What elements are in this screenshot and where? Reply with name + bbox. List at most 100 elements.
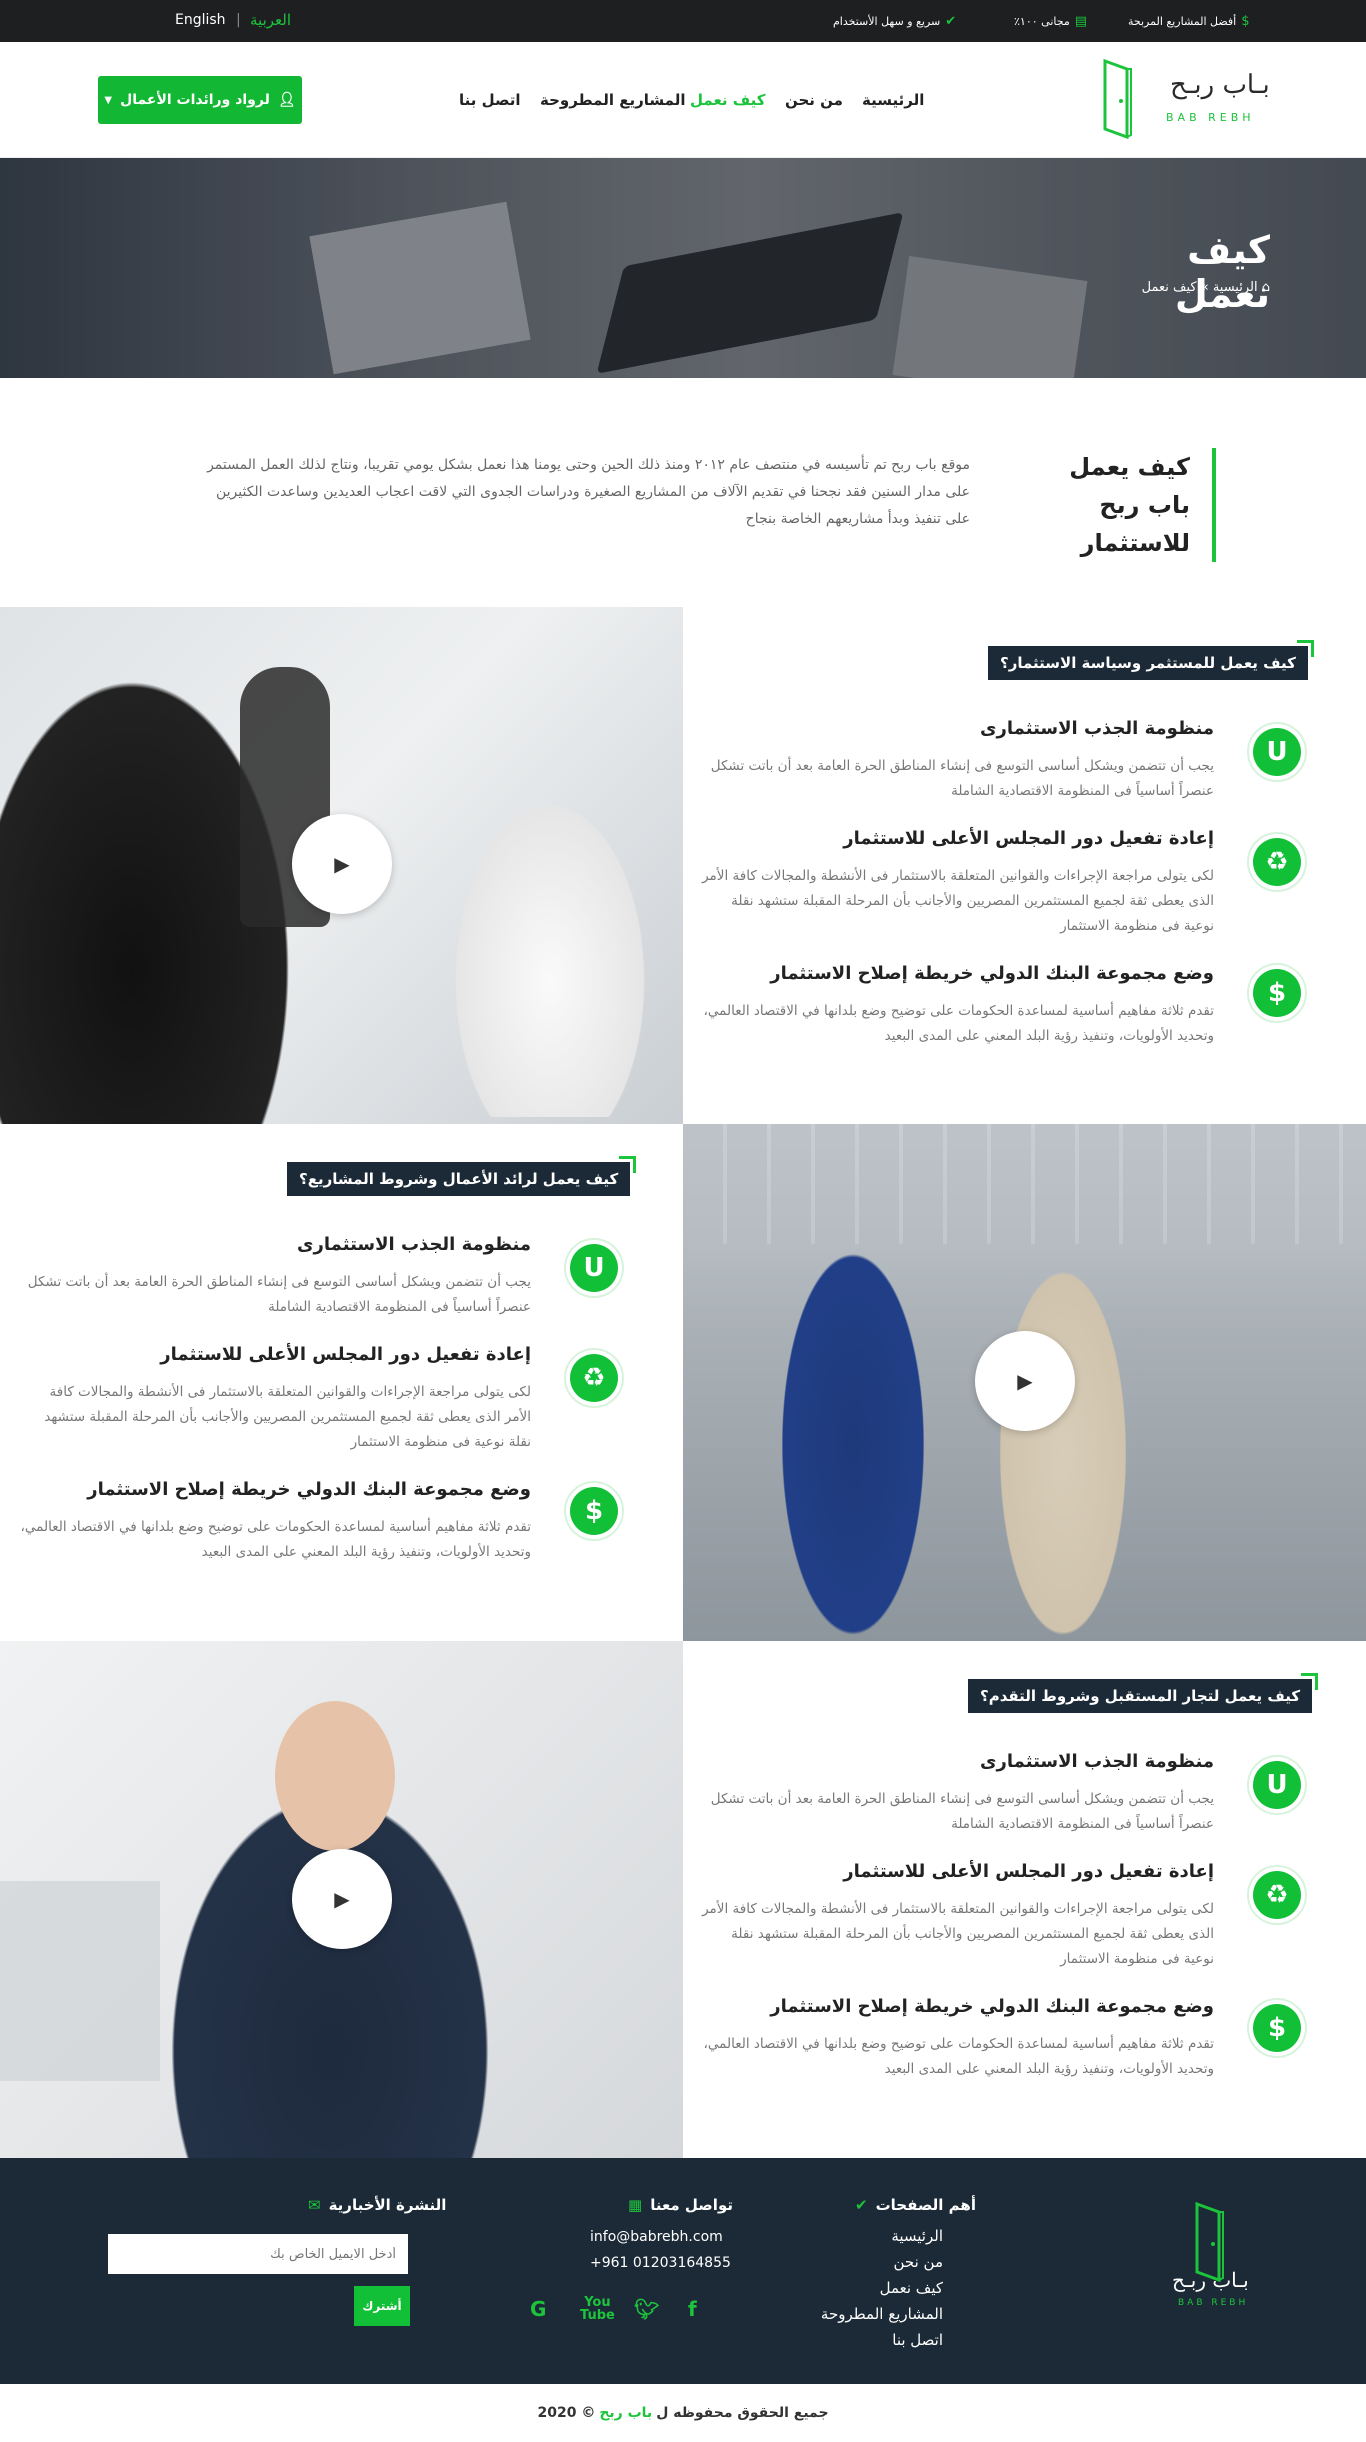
feature-icon-circle: ♻ (1247, 832, 1307, 892)
feature-icon-circle: ♻ (564, 1348, 624, 1408)
feature-text: يجب أن تتضمن ويشكل أساسى التوسع فى إنشاء… (710, 758, 1214, 799)
heading-label: تواصل معنا (650, 2196, 733, 2214)
feature-icon-circle: U (1247, 722, 1307, 782)
feature-title: منظومة الجذب الاستثمارى (980, 1751, 1214, 1772)
google-icon[interactable]: G (530, 2297, 546, 2321)
feature-text: يجب أن تتضمن ويشكل أساسى التوسع فى إنشاء… (710, 1791, 1214, 1832)
nav-item-home[interactable]: الرئيسية (862, 91, 924, 109)
feature-icon-circle: U (1247, 1755, 1307, 1815)
feature-icon-circle: $ (1247, 963, 1307, 1023)
feature-best-projects: $ أفضل المشاريع المربحة (1128, 14, 1250, 29)
nav-item-projects[interactable]: المشاريع المطروحة (540, 91, 685, 109)
top-bar: English | العربية $ أفضل المشاريع المربح… (0, 0, 1366, 42)
footer-link-how-we-work[interactable]: كيف نعمل (880, 2279, 943, 2297)
nav-item-how-we-work[interactable]: كيف نعمل (690, 91, 765, 109)
facebook-icon[interactable]: f (688, 2297, 697, 2321)
section-badge: كيف يعمل لرائد الأعمال وشروط المشاريع؟ (287, 1156, 637, 1196)
play-icon: ▶ (334, 1887, 350, 1911)
magnet-icon: U (1253, 1761, 1301, 1809)
nav-item-contact[interactable]: اتصل بنا (459, 91, 521, 109)
feature-text: تقدم ثلاثة مفاهيم أساسية لمساعدة الحكوما… (20, 1519, 531, 1560)
feature-title: وضع مجموعة البنك الدولي خريطة إصلاح الاس… (87, 1479, 531, 1500)
breadcrumb-home[interactable]: الرئيسية (1213, 280, 1258, 295)
cta-label: لرواد ورائدات الأعمال (120, 92, 270, 108)
breadcrumb-current: كيف نعمل (1141, 280, 1197, 295)
intro-heading-line: كيف يعمل (1069, 453, 1190, 481)
footer-phone[interactable]: +961 01203164855 (590, 2255, 731, 2271)
feature-fast-easy: ✔ سريع و سهل الأستخدام (833, 14, 956, 29)
person-silhouette (983, 1224, 1143, 1641)
feature-text: لكى يتولى مراجعة الإجراءات والقوانين الم… (702, 1901, 1214, 1967)
feature-icon-circle: ♻ (1247, 1865, 1307, 1925)
intro-heading: كيف يعمل باب ربح للاستثمار (1000, 448, 1216, 562)
footer-link-home[interactable]: الرئيسية (891, 2227, 943, 2245)
entrepreneurs-button[interactable]: 👤︎ لرواد ورائدات الأعمال ▼ (98, 76, 302, 124)
section-badge: كيف يعمل لتجار المستقبل وشروط التقدم؟ (968, 1673, 1319, 1713)
heading-label: النشرة الأخبارية (328, 2196, 447, 2214)
language-english-link[interactable]: English (175, 12, 226, 28)
play-video-button[interactable]: ▶ (292, 814, 392, 914)
feature-icon-circle: $ (564, 1481, 624, 1541)
recycle-icon: ♻ (1253, 1871, 1301, 1919)
nav-item-about[interactable]: من نحن (785, 91, 843, 109)
subscribe-button[interactable]: أشترك (354, 2286, 410, 2326)
person-silhouette (440, 777, 660, 1117)
dollar-icon: $ (570, 1487, 618, 1535)
recycle-icon: ♻ (570, 1354, 618, 1402)
footer-email[interactable]: info@babrebh.com (590, 2229, 723, 2245)
intro-paragraph: موقع باب ربح تم تأسيسه في منتصف عام ٢٠١٢… (207, 457, 970, 527)
footer-pages-heading: أهم الصفحات ✔ (855, 2196, 976, 2214)
logo-text-english: BAB REBH (1166, 111, 1255, 124)
feature-title: منظومة الجذب الاستثمارى (297, 1234, 531, 1255)
feature-title: إعادة تفعيل دور المجلس الأعلى للاستثمار (160, 1344, 531, 1365)
play-video-button[interactable]: ▶ (292, 1849, 392, 1949)
copyright-year: © 2020 (537, 2405, 596, 2421)
footer-link-contact[interactable]: اتصل بنا (892, 2331, 943, 2349)
footer-link-about[interactable]: من نحن (894, 2253, 944, 2271)
footer-link-projects[interactable]: المشاريع المطروحة (821, 2305, 943, 2323)
feature-icon-circle: $ (1247, 1998, 1307, 2058)
play-video-button[interactable]: ▶ (975, 1331, 1075, 1431)
recycle-icon: ♻ (1253, 838, 1301, 886)
building-background (683, 1124, 1366, 1244)
person-face (275, 1701, 395, 1851)
youtube-icon[interactable]: You Tube (580, 2296, 615, 2322)
language-separator: | (236, 12, 241, 28)
feature-title: وضع مجموعة البنك الدولي خريطة إصلاح الاس… (770, 1996, 1214, 2017)
feature-title: إعادة تفعيل دور المجلس الأعلى للاستثمار (843, 1861, 1214, 1882)
newsletter-email-input[interactable] (108, 2234, 408, 2274)
home-icon: ⌂ (1261, 280, 1270, 295)
feature-label: سريع و سهل الأستخدام (833, 15, 941, 28)
dollar-icon: $ (1253, 969, 1301, 1017)
play-icon: ▶ (334, 852, 350, 876)
section-badge: كيف يعمل للمستثمر وسياسة الاستثمار؟ (988, 640, 1314, 680)
play-icon: ▶ (1017, 1369, 1033, 1393)
breadcrumb-separator: » (1200, 280, 1209, 295)
qr-icon: ▦ (628, 2196, 643, 2214)
logo-text-arabic[interactable]: بـاب ربـح (1170, 70, 1270, 100)
check-circle-icon: ✔ (855, 2196, 868, 2214)
office-background (0, 1881, 160, 2081)
money-icon: ▤ (1074, 14, 1088, 29)
twitter-icon[interactable]: 🐦︎ (634, 2297, 659, 2321)
feature-text: تقدم ثلاثة مفاهيم أساسية لمساعدة الحكوما… (703, 1003, 1214, 1044)
feature-text: تقدم ثلاثة مفاهيم أساسية لمساعدة الحكوما… (703, 2036, 1214, 2077)
copyright-brand[interactable]: باب ربح (599, 2405, 652, 2421)
footer-logo-english: BAB REBH (1178, 2298, 1249, 2308)
dollar-icon: $ (1253, 2004, 1301, 2052)
feature-text: لكى يتولى مراجعة الإجراءات والقوانين الم… (702, 868, 1214, 934)
dollar-icon: $ (1241, 14, 1250, 29)
feature-label: مجانى ١٠٠٪ (1014, 15, 1070, 28)
logo-door-icon[interactable] (1103, 55, 1133, 139)
intro-heading-line: باب ربح للاستثمار (1080, 491, 1190, 557)
check-circle-icon: ✔ (945, 14, 957, 29)
person-silhouette (763, 1204, 943, 1641)
language-arabic-link[interactable]: العربية (250, 11, 291, 29)
copyright-bar: جميع الحقوق محفوظه ل باب ربح © 2020 (0, 2384, 1366, 2442)
user-icon: 👤︎ (277, 92, 296, 108)
page-title: كيف نعمل (1174, 228, 1270, 316)
feature-title: وضع مجموعة البنك الدولي خريطة إصلاح الاس… (770, 963, 1214, 984)
feature-free: ▤ مجانى ١٠٠٪ (1014, 14, 1087, 29)
breadcrumb: ⌂ الرئيسية » كيف نعمل (1060, 280, 1270, 295)
copyright-text: جميع الحقوق محفوظه ل (656, 2405, 829, 2421)
